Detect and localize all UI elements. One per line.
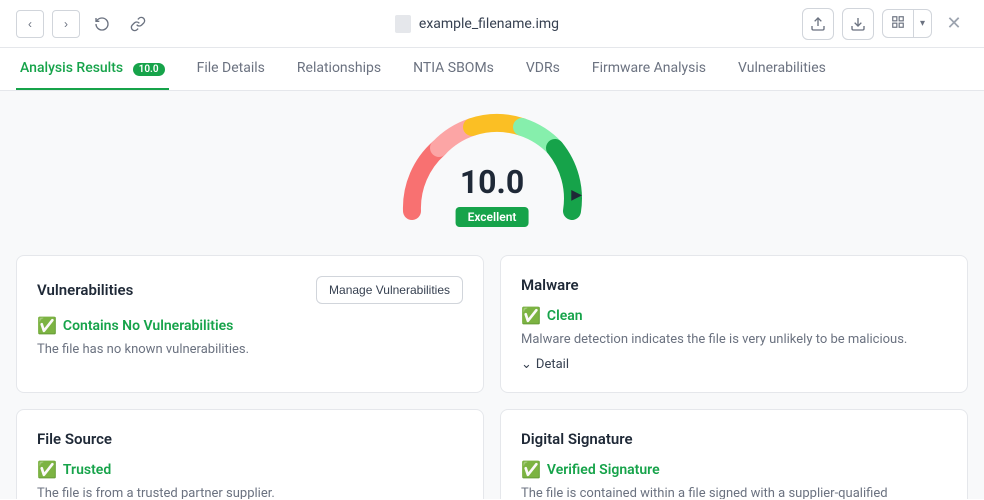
digital-signature-check-icon: ✅ xyxy=(521,460,541,479)
upload-button[interactable] xyxy=(802,8,834,40)
gauge-label: Excellent xyxy=(456,207,529,227)
tab-ntia-sboms[interactable]: NTIA SBOMs xyxy=(409,48,498,90)
vulnerabilities-card-header: Vulnerabilities Manage Vulnerabilities xyxy=(37,276,463,304)
file-source-card-title: File Source xyxy=(37,430,112,448)
more-actions-dropdown[interactable]: ▾ xyxy=(882,9,932,38)
back-button[interactable]: ‹ xyxy=(16,10,44,38)
analysis-badge: 10.0 xyxy=(133,63,165,76)
tab-vdrs[interactable]: VDRs xyxy=(522,48,564,90)
gauge-arrow-icon: ▶ xyxy=(571,187,582,203)
forward-button[interactable]: › xyxy=(52,10,80,38)
file-source-status-text: Trusted xyxy=(63,462,111,478)
digital-signature-card-title: Digital Signature xyxy=(521,430,633,448)
nav-controls: ‹ › xyxy=(16,10,152,38)
digital-signature-card-header: Digital Signature xyxy=(521,430,947,448)
malware-description: Malware detection indicates the file is … xyxy=(521,331,947,349)
tab-bar: Analysis Results 10.0 File Details Relat… xyxy=(0,48,984,91)
vulnerabilities-card-title: Vulnerabilities xyxy=(37,281,133,299)
malware-status-text: Clean xyxy=(547,308,583,324)
gauge-section: 10.0 Excellent ▶ xyxy=(16,111,968,231)
tab-vulnerabilities[interactable]: Vulnerabilities xyxy=(734,48,830,90)
tab-relationships[interactable]: Relationships xyxy=(293,48,385,90)
link-button[interactable] xyxy=(124,10,152,38)
malware-card: Malware ✅ Clean Malware detection indica… xyxy=(500,255,968,393)
tab-analysis-results[interactable]: Analysis Results 10.0 xyxy=(16,48,169,90)
file-icon xyxy=(395,15,411,33)
malware-card-header: Malware xyxy=(521,276,947,294)
digital-signature-status: ✅ Verified Signature xyxy=(521,460,947,479)
download-button[interactable] xyxy=(842,8,874,40)
file-source-status: ✅ Trusted xyxy=(37,460,463,479)
vulnerabilities-status-text: Contains No Vulnerabilities xyxy=(63,318,233,334)
file-source-description: The file is from a trusted partner suppl… xyxy=(37,485,463,499)
malware-check-icon: ✅ xyxy=(521,306,541,325)
malware-chevron-icon: ⌄ xyxy=(521,357,532,372)
vulnerabilities-description: The file has no known vulnerabilities. xyxy=(37,341,463,359)
tab-firmware-analysis[interactable]: Firmware Analysis xyxy=(588,48,710,90)
top-bar: ‹ › example_filename.img xyxy=(0,0,984,48)
malware-detail-label: Detail xyxy=(536,357,569,372)
vulnerabilities-status: ✅ Contains No Vulnerabilities xyxy=(37,316,463,335)
file-source-check-icon: ✅ xyxy=(37,460,57,479)
refresh-button[interactable] xyxy=(88,10,116,38)
digital-signature-card: Digital Signature ✅ Verified Signature T… xyxy=(500,409,968,499)
gauge-score: 10.0 xyxy=(460,163,524,201)
vulnerabilities-check-icon: ✅ xyxy=(37,316,57,335)
malware-status: ✅ Clean xyxy=(521,306,947,325)
malware-detail-link[interactable]: ⌄ Detail xyxy=(521,357,947,372)
dropdown-arrow-icon: ▾ xyxy=(914,14,931,33)
main-content: 10.0 Excellent ▶ Vulnerabilities Manage … xyxy=(0,91,984,499)
vulnerabilities-card: Vulnerabilities Manage Vulnerabilities ✅… xyxy=(16,255,484,393)
digital-signature-status-text: Verified Signature xyxy=(547,462,660,478)
close-button[interactable]: ✕ xyxy=(940,10,968,38)
gauge-container: 10.0 Excellent ▶ xyxy=(392,111,592,231)
manage-vulnerabilities-button[interactable]: Manage Vulnerabilities xyxy=(316,276,463,304)
file-source-card-header: File Source xyxy=(37,430,463,448)
filename-area: example_filename.img xyxy=(395,15,559,33)
toolbar-right: ▾ ✕ xyxy=(802,8,968,40)
cards-grid: Vulnerabilities Manage Vulnerabilities ✅… xyxy=(16,255,968,499)
malware-card-title: Malware xyxy=(521,276,579,294)
digital-signature-description: The file is contained within a file sign… xyxy=(521,485,947,499)
more-actions-icon xyxy=(883,10,914,37)
file-source-card: File Source ✅ Trusted The file is from a… xyxy=(16,409,484,499)
tab-file-details[interactable]: File Details xyxy=(193,48,269,90)
filename: example_filename.img xyxy=(419,16,559,32)
